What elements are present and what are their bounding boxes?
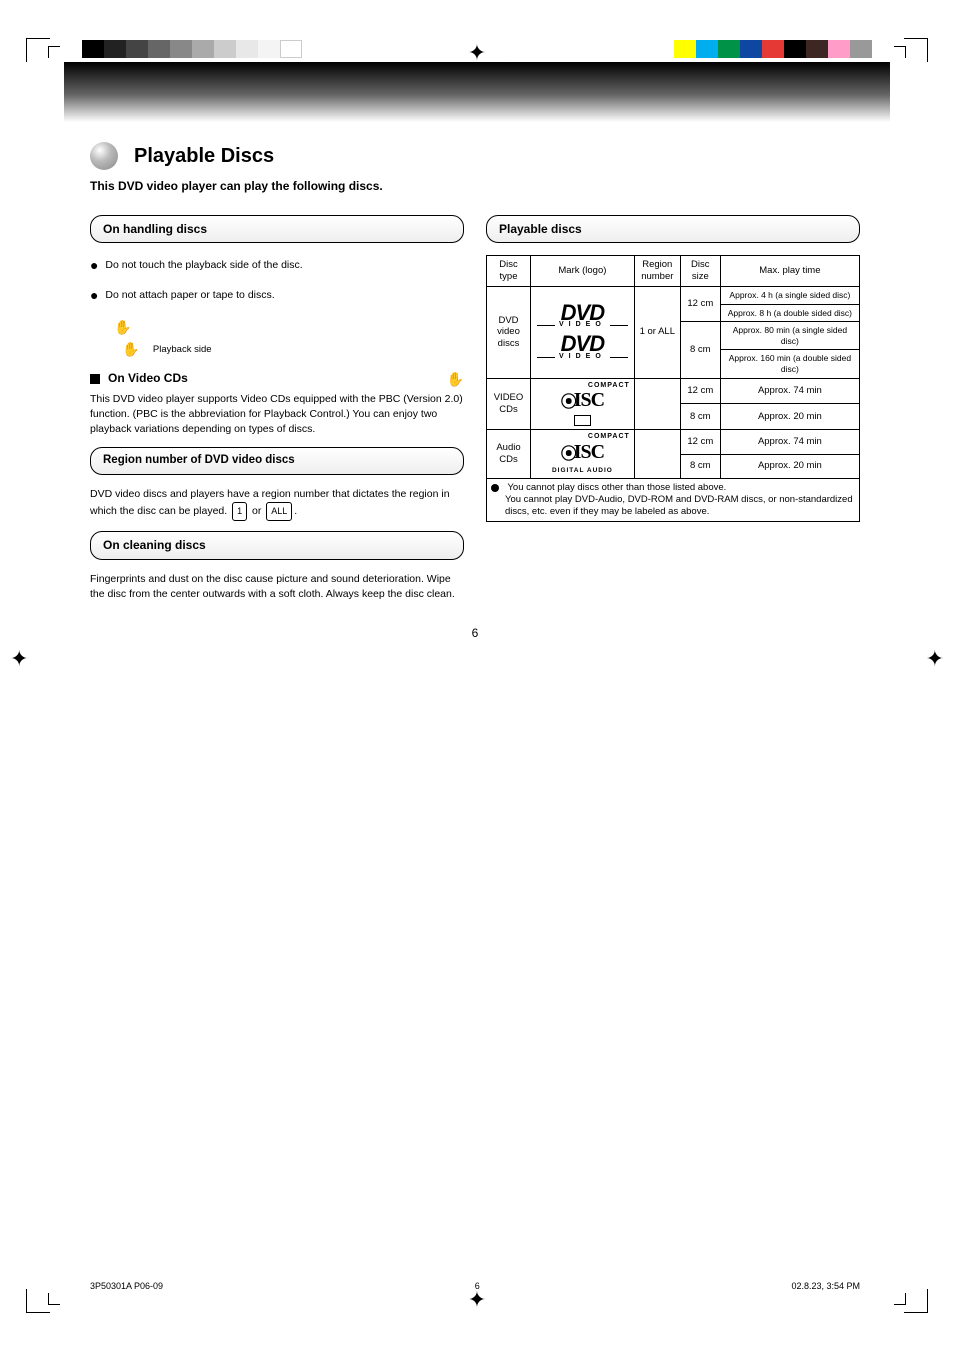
body-text: ● Do not touch the playback side of the … — [90, 255, 464, 275]
crop-mark — [26, 1289, 50, 1313]
body-text: ● Do not attach paper or tape to discs. — [90, 285, 464, 305]
page-title: Playable Discs — [134, 145, 274, 168]
table-header: Disc type — [487, 256, 531, 287]
region-badge: ALL — [266, 502, 292, 521]
section-heading-region: Region number of DVD video discs — [90, 447, 464, 475]
crop-mark — [48, 46, 60, 58]
table-header: Region number — [634, 256, 680, 287]
table-cell-logo: COMPACT ISC — [531, 378, 635, 430]
page-number: 6 — [90, 626, 860, 640]
table-cell: 8 cm — [680, 454, 720, 478]
crop-mark — [26, 38, 50, 62]
crop-mark — [894, 46, 906, 58]
table-cell: 12 cm — [680, 286, 720, 321]
color-bar — [674, 40, 872, 58]
table-note-text: You cannot play DVD-Audio, DVD-ROM and D… — [505, 494, 855, 518]
table-header: Max. play time — [720, 256, 859, 287]
hand-icon: ✋ — [122, 338, 138, 360]
table-cell: Approx. 8 h (a double sided disc) — [720, 304, 859, 322]
section-heading-handling: On handling discs — [90, 215, 464, 243]
body-text: This DVD video player supports Video CDs… — [90, 392, 464, 438]
table-cell-logo: DVDVIDEO DVDVIDEO — [531, 286, 635, 378]
hand-icon: ✋ — [447, 371, 464, 388]
section-heading-cleaning: On cleaning discs — [90, 531, 464, 559]
table-cell: 8 cm — [680, 404, 720, 430]
body-text: DVD video discs and players have a regio… — [90, 487, 464, 521]
bullet-icon — [491, 484, 499, 492]
crop-mark — [904, 1289, 928, 1313]
table-cell: 12 cm — [680, 378, 720, 404]
registration-target-icon: ✦ — [10, 648, 28, 670]
video-cd-logo-icon: COMPACT ISC — [535, 382, 630, 427]
section-heading-playable: Playable discs — [486, 215, 860, 243]
footer-left: 3P50301A P06-09 — [90, 1281, 163, 1291]
title-bullet-icon — [90, 142, 118, 170]
hand-icon: ✋ — [114, 316, 130, 338]
table-cell: 8 cm — [680, 322, 720, 379]
body-text: Do not touch the playback side of the di… — [105, 259, 302, 271]
crop-mark — [904, 38, 928, 62]
header-gradient — [64, 62, 890, 122]
table-cell: Approx. 80 min (a single sided disc) — [720, 322, 859, 350]
registration-target-icon: ✦ — [926, 648, 944, 670]
table-cell — [634, 430, 680, 479]
table-cell: DVD video discs — [487, 286, 531, 378]
page-body: Playable Discs This DVD video player can… — [90, 142, 860, 640]
right-column: Playable discs Disc type Mark (logo) Reg… — [486, 215, 860, 612]
handling-diagram: ✋ ✋ Playback side — [114, 316, 464, 361]
footer-right: 02.8.23, 3:54 PM — [791, 1281, 860, 1291]
registration-target-icon: ✦ — [468, 1289, 486, 1311]
table-header: Disc size — [680, 256, 720, 287]
diagram-label: Playback side — [153, 344, 212, 355]
lead-text: This DVD video player can play the follo… — [90, 178, 860, 195]
table-cell: VIDEO CDs — [487, 378, 531, 430]
table-cell: Approx. 160 min (a double sided disc) — [720, 350, 859, 378]
table-cell: Approx. 74 min — [720, 430, 859, 454]
crop-mark — [48, 1293, 60, 1305]
table-note: You cannot play discs other than those l… — [487, 479, 860, 522]
bullet-icon: ● — [90, 257, 98, 273]
dvd-video-logo-icon: DVDVIDEO — [537, 305, 628, 328]
table-cell: Approx. 4 h (a single sided disc) — [720, 286, 859, 304]
table-cell: 12 cm — [680, 430, 720, 454]
table-cell: Approx. 20 min — [720, 404, 859, 430]
table-cell: 1 or ALL — [634, 286, 680, 378]
dvd-video-logo-icon: DVDVIDEO — [537, 336, 628, 359]
left-column: On handling discs ● Do not touch the pla… — [90, 215, 464, 612]
table-header: Mark (logo) — [531, 256, 635, 287]
body-text: Fingerprints and dust on the disc cause … — [90, 572, 464, 602]
body-text: Do not attach paper or tape to discs. — [105, 289, 274, 301]
audio-cd-logo-icon: COMPACT ISC DIGITAL AUDIO — [535, 433, 630, 475]
table-cell: Approx. 20 min — [720, 454, 859, 478]
region-badge: 1 — [232, 502, 247, 521]
playable-discs-table: Disc type Mark (logo) Region number Disc… — [486, 255, 860, 522]
table-cell: Approx. 74 min — [720, 378, 859, 404]
table-note-text: You cannot play discs other than those l… — [507, 482, 726, 493]
table-cell-logo: COMPACT ISC DIGITAL AUDIO — [531, 430, 635, 479]
crop-mark — [894, 1293, 906, 1305]
print-registration: ✦ — [0, 0, 954, 60]
bullet-icon: ● — [90, 287, 98, 303]
grayscale-bar — [82, 40, 302, 58]
square-bullet-icon — [90, 374, 100, 384]
sub-heading: On Video CDs — [108, 371, 439, 385]
table-cell: Audio CDs — [487, 430, 531, 479]
table-cell — [634, 378, 680, 430]
